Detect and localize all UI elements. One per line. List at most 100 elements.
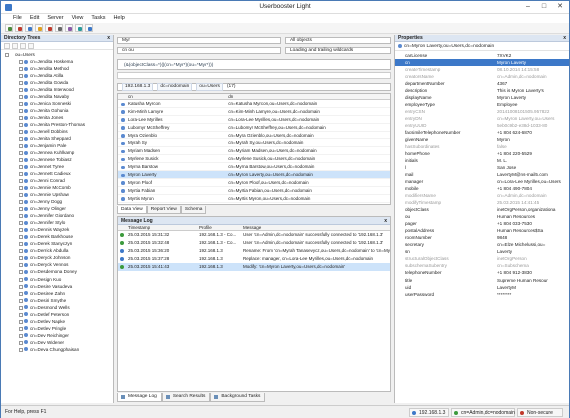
expand-icon[interactable]: [19, 298, 23, 303]
expand-icon[interactable]: [19, 165, 23, 170]
property-row[interactable]: hasSubordinates false: [395, 143, 569, 150]
property-row[interactable]: creatorsName cn=Admin,dc=nodomain: [395, 73, 569, 80]
property-row[interactable]: createTimestamp 08.10.2014 14:15:58: [395, 66, 569, 73]
property-value[interactable]: Employee: [495, 101, 569, 108]
log-row[interactable]: 25.03.2015 15:32:48 192.168.1.3 - Co... Us…: [118, 239, 390, 247]
column-header-cn[interactable]: cn: [118, 94, 225, 99]
expand-icon[interactable]: [19, 200, 23, 205]
expand-icon[interactable]: [19, 172, 23, 177]
table-row[interactable]: Myron Laverty cn=Myron Laverty,ou=Users,d…: [118, 171, 390, 179]
property-value[interactable]: M. L.: [495, 157, 569, 164]
table-row[interactable]: Myrtia Fabian cn=Myrtia Fabian,ou=Users,d…: [118, 187, 390, 195]
log-row[interactable]: 25.03.2015 15:31:32 192.168.1.3 - Co... Us…: [118, 231, 390, 239]
property-row[interactable]: objectClass inetOrgPerson,organizationa: [395, 206, 569, 213]
wildcard-mode-select[interactable]: Loading and trailing wildcards: [285, 47, 391, 54]
close-button[interactable]: ✕: [552, 2, 568, 12]
property-value[interactable]: 7XVK2: [495, 52, 569, 59]
expand-icon[interactable]: [19, 347, 23, 352]
expand-icon[interactable]: [19, 277, 23, 282]
log-row[interactable]: 25.03.2015 15:36:20 192.168.1.3 Rename: Fr…: [118, 247, 390, 255]
table-row[interactable]: Lubomyr McSheffrey cn=Lubomyr McSheffrey,…: [118, 124, 390, 132]
tree-item-user[interactable]: cn=Deryck Vennos: [1, 261, 113, 268]
tree-filter-icon[interactable]: [28, 42, 34, 49]
property-row[interactable]: ou Human Resources: [395, 213, 569, 220]
disconnect-icon[interactable]: [15, 24, 23, 32]
property-value[interactable]: San Jose: [495, 164, 569, 171]
table-row[interactable]: Kim-Minh Lamyre cn=Kim-Minh Lamyre,ou=Use…: [118, 108, 390, 116]
property-row[interactable]: carLicense 7XVK2: [395, 52, 569, 59]
expand-icon[interactable]: [19, 74, 23, 79]
property-row[interactable]: homePhone +1 804 220-5529: [395, 150, 569, 157]
tree-item-user[interactable]: cn=Design Kuo: [1, 276, 113, 283]
expand-icon[interactable]: [19, 193, 23, 198]
properties-icon[interactable]: [65, 24, 73, 32]
property-row[interactable]: entryCSN 20141008101505.957822: [395, 108, 569, 115]
table-row[interactable]: Myrtis Myron cn=Myrtis Myron,ou=Users,dc=…: [118, 195, 390, 203]
tree-item-user[interactable]: cn=Desmond Wells: [1, 304, 113, 311]
breadcrumb-domain[interactable]: dc=nodomain: [157, 83, 193, 91]
directory-tree[interactable]: ou=Users cn=Jendita Hoskema cn=Jendita Met…: [1, 51, 113, 403]
property-value[interactable]: Human Resources$Sa: [495, 227, 569, 234]
table-row[interactable]: Myrna Barstow cn=Myrna Barstow,ou=Users,d…: [118, 163, 390, 172]
property-row[interactable]: modifiersName cn=Admin,dc=nodomain: [395, 192, 569, 199]
tree-item-user[interactable]: cn=Detlev Pringle: [1, 325, 113, 332]
log-row[interactable]: 25.03.2015 15:37:28 192.168.1.3 Replace: m…: [118, 255, 390, 263]
property-value[interactable]: Supreme Human Resour: [495, 277, 569, 284]
tree-item-user[interactable]: cn=Detlev Napke: [1, 318, 113, 325]
tree-item-user[interactable]: cn=Jenita Jones: [1, 114, 113, 121]
scope-select[interactable]: All objects: [285, 37, 391, 44]
expand-icon[interactable]: [19, 291, 23, 296]
expand-icon[interactable]: [19, 137, 23, 142]
table-row[interactable]: Myrlene Susick cn=Myrlene Susick,ou=Users…: [118, 155, 390, 164]
tree-refresh-icon[interactable]: [20, 42, 26, 49]
tab-message-log[interactable]: Message Log: [117, 393, 162, 402]
expand-icon[interactable]: [19, 60, 23, 65]
search-input[interactable]: Myr: [117, 37, 281, 44]
property-value[interactable]: cn=Elze Michelussi,ou=: [495, 241, 569, 248]
tab-schema[interactable]: Schema: [180, 206, 207, 214]
menu-server[interactable]: Server: [43, 14, 67, 23]
tab-search-results[interactable]: Search Results: [161, 393, 211, 402]
log-row[interactable]: 25.03.2015 15:41:43 192.168.1.3 Modify: 'c…: [118, 263, 390, 271]
expand-icon[interactable]: [19, 130, 23, 135]
expand-icon[interactable]: [19, 235, 23, 240]
close-pane-icon[interactable]: x: [107, 35, 110, 42]
property-row[interactable]: facsimileTelephoneNumber +1 804 624-6870: [395, 129, 569, 136]
property-value[interactable]: ********: [495, 291, 569, 298]
property-row[interactable]: pager +1 804 033-7530: [395, 220, 569, 227]
tree-item-user[interactable]: cn=Dennis Wayzek: [1, 226, 113, 233]
menu-edit[interactable]: Edit: [26, 14, 43, 23]
tree-item-user[interactable]: cn=Jendita Gowda: [1, 79, 113, 86]
expand-icon[interactable]: [19, 249, 23, 254]
property-row[interactable]: entryUUID 5eb0c9b2-e38d-1033-80: [395, 122, 569, 129]
tree-item-user[interactable]: cn=Jenita Preston-Thomas: [1, 121, 113, 128]
property-value[interactable]: false: [495, 143, 569, 150]
menu-tasks[interactable]: Tasks: [87, 14, 109, 23]
delete-icon[interactable]: [45, 24, 53, 32]
tree-item-user[interactable]: cn=Jennifer Giordano: [1, 212, 113, 219]
expand-icon[interactable]: [19, 109, 23, 114]
property-value[interactable]: Myron Laverty: [495, 59, 569, 67]
tree-item-user[interactable]: cn=Desiree Zahn: [1, 290, 113, 297]
attribute-input[interactable]: cn ou: [117, 47, 281, 54]
property-value[interactable]: Myron Laverty: [495, 94, 569, 101]
menu-view[interactable]: View: [68, 14, 88, 23]
tree-item-user[interactable]: cn=Jenica Sonneski: [1, 100, 113, 107]
table-row[interactable]: Myron Ploof cn=Myron Ploof,ou=Users,dc=no…: [118, 179, 390, 187]
maximize-button[interactable]: □: [536, 2, 552, 12]
property-row[interactable]: cn Myron Laverty: [395, 59, 569, 67]
tree-item-user[interactable]: cn=Deva Chungphaisan: [1, 346, 113, 353]
property-value[interactable]: +1 804 220-5529: [495, 150, 569, 157]
property-value[interactable]: 20141008101505.957822: [495, 108, 569, 115]
tree-item-user[interactable]: cn=Jennett Cadieux: [1, 170, 113, 177]
property-row[interactable]: title Supreme Human Resour: [395, 277, 569, 284]
expand-icon[interactable]: [19, 214, 23, 219]
expand-icon[interactable]: [19, 228, 23, 233]
property-value[interactable]: Human Resources: [495, 213, 569, 220]
table-row[interactable]: Myriam Madsen cn=Myriam Madsen,ou=Users,d…: [118, 147, 390, 156]
tree-item-user[interactable]: cn=Jennie McComb: [1, 184, 113, 191]
table-row[interactable]: Myrah Sy cn=Myrah Sy,ou=Users,dc=nodomain: [118, 139, 390, 148]
search-icon[interactable]: [55, 24, 63, 32]
expand-icon[interactable]: [19, 319, 23, 324]
expand-icon[interactable]: [19, 270, 23, 275]
